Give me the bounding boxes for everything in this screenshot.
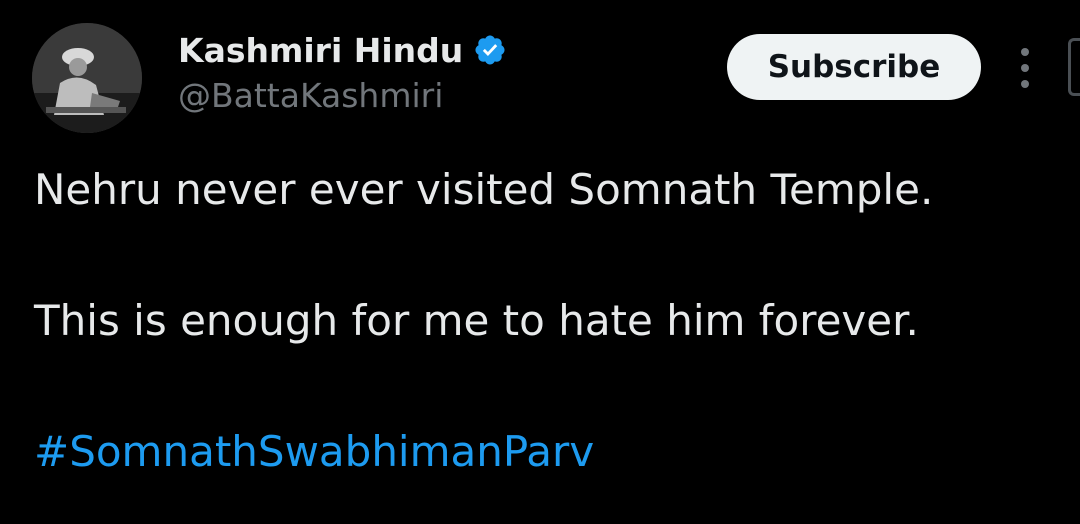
more-dot (1021, 48, 1029, 56)
more-dot (1021, 64, 1029, 72)
more-dot (1021, 80, 1029, 88)
author-name-row: Kashmiri Hindu (178, 28, 507, 72)
more-vertical-icon[interactable] (1016, 48, 1034, 88)
avatar[interactable] (32, 23, 142, 133)
avatar-image (32, 23, 142, 133)
author-display-name[interactable]: Kashmiri Hindu (178, 31, 463, 70)
author-handle[interactable]: @BattaKashmiri (178, 76, 443, 115)
tweet-text-line-2: This is enough for me to hate him foreve… (34, 296, 919, 345)
hashtag-link[interactable]: #SomnathSwabhimanParv (34, 427, 594, 476)
subscribe-button[interactable]: Subscribe (727, 34, 981, 100)
adjacent-panel-edge (1068, 38, 1080, 96)
verified-badge-icon (475, 35, 505, 65)
tweet-text-line-1: Nehru never ever visited Somnath Temple. (34, 165, 934, 214)
